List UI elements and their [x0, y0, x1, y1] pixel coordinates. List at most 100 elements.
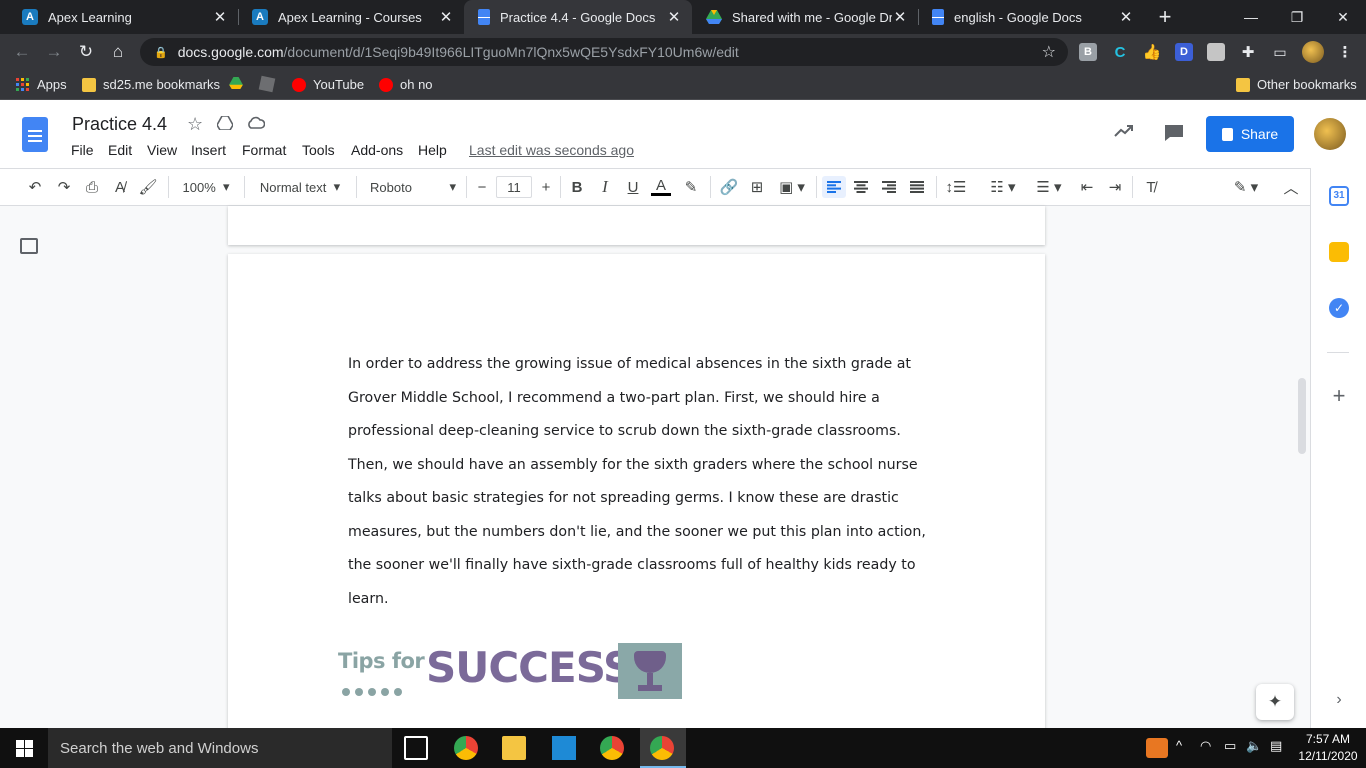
bookmark-drive[interactable] — [229, 77, 250, 91]
battery-icon[interactable]: ▭ — [1224, 738, 1236, 754]
tab-practice-docs[interactable]: Practice 4.4 - Google Docs ✕ — [464, 0, 692, 34]
align-left-icon[interactable] — [822, 176, 846, 198]
last-edit-link[interactable]: Last edit was seconds ago — [469, 142, 634, 158]
share-button[interactable]: Share — [1206, 116, 1294, 152]
windows-start-icon[interactable] — [0, 728, 48, 768]
tab-apex-courses[interactable]: A Apex Learning - Courses ✕ — [238, 0, 464, 34]
bulleted-list-icon[interactable]: ☰ ▾ — [1030, 176, 1068, 198]
zoom-select[interactable]: 100% ▾ — [176, 176, 236, 198]
text-color-icon[interactable]: A — [650, 176, 672, 198]
forward-arrow-icon[interactable]: → — [42, 40, 66, 64]
document-title[interactable]: Practice 4.4 — [72, 114, 167, 135]
star-bookmark-icon[interactable]: ☆ — [1042, 42, 1056, 62]
close-icon[interactable]: ✕ — [212, 8, 228, 26]
increase-font-size-button[interactable]: + — [536, 176, 556, 198]
action-center-icon[interactable]: ▤ — [1270, 738, 1282, 754]
taskbar-clock[interactable]: 7:57 AM 12/11/2020 — [1296, 731, 1360, 765]
vertical-scrollbar[interactable] — [1298, 378, 1306, 454]
bookmark-roblox[interactable] — [258, 75, 281, 93]
restore-button[interactable]: ❐ — [1274, 0, 1320, 34]
redo-icon[interactable]: ↷ — [53, 176, 75, 198]
thumbs-up-icon[interactable]: 👍 — [1143, 43, 1162, 61]
google-calendar-icon[interactable]: 31 — [1329, 186, 1349, 206]
add-addon-icon[interactable]: + — [1329, 385, 1349, 407]
chrome-icon[interactable] — [600, 736, 624, 760]
tab-apex-learning[interactable]: A Apex Learning ✕ — [8, 0, 238, 34]
move-to-drive-icon[interactable] — [216, 115, 234, 135]
reload-icon[interactable]: ↻ — [74, 40, 98, 64]
extension-b-icon[interactable]: B — [1079, 43, 1097, 61]
google-keep-icon[interactable] — [1329, 242, 1349, 262]
tab-english-docs[interactable]: english - Google Docs ✕ — [918, 0, 1144, 34]
minimize-button[interactable]: ― — [1228, 0, 1274, 34]
close-icon[interactable]: ✕ — [1118, 8, 1134, 26]
file-explorer-icon[interactable] — [502, 736, 526, 760]
font-select[interactable]: Roboto ▾ — [362, 176, 462, 198]
bookmark-other[interactable]: Other bookmarks — [1236, 77, 1357, 92]
google-docs-logo-icon[interactable] — [22, 117, 48, 152]
align-right-icon[interactable] — [878, 176, 900, 198]
bold-icon[interactable]: B — [566, 176, 588, 198]
cast-icon[interactable]: ▭ — [1271, 43, 1289, 61]
menu-tools[interactable]: Tools — [302, 142, 335, 158]
comments-icon[interactable] — [1164, 124, 1184, 147]
menu-view[interactable]: View — [147, 142, 177, 158]
insert-link-icon[interactable]: 🔗 — [718, 176, 740, 198]
notification-app-icon[interactable] — [1146, 738, 1168, 758]
justify-icon[interactable] — [906, 176, 928, 198]
underline-icon[interactable]: U — [622, 176, 644, 198]
chevron-up-icon[interactable]: ︿ — [1280, 176, 1302, 198]
extension-d-icon[interactable]: D — [1175, 43, 1193, 61]
menu-insert[interactable]: Insert — [191, 142, 226, 158]
back-arrow-icon[interactable]: ← — [10, 40, 34, 64]
menu-edit[interactable]: Edit — [108, 142, 132, 158]
store-app-icon[interactable] — [552, 736, 576, 760]
close-window-button[interactable]: ✕ — [1320, 0, 1366, 34]
extension-printer-icon[interactable] — [1207, 43, 1225, 61]
taskbar-search-input[interactable]: Search the web and Windows — [48, 728, 392, 768]
kebab-menu-icon[interactable]: ⋮ — [1336, 43, 1354, 61]
increase-indent-icon[interactable]: ⇥ — [1104, 176, 1126, 198]
align-center-icon[interactable] — [850, 176, 872, 198]
chrome-icon[interactable] — [454, 736, 478, 760]
undo-icon[interactable]: ↶ — [24, 176, 46, 198]
explore-button[interactable]: ✦ — [1256, 684, 1294, 720]
line-spacing-icon[interactable]: ↕☰ — [944, 176, 968, 198]
address-bar[interactable]: 🔒 docs.google.com/document/d/1Seqi9b49It… — [140, 38, 1068, 66]
close-icon[interactable]: ✕ — [666, 8, 682, 26]
numbered-list-icon[interactable]: ☷ ▾ — [984, 176, 1022, 198]
task-view-icon[interactable] — [404, 736, 428, 760]
cloud-saved-icon[interactable] — [247, 116, 266, 134]
insert-image-icon[interactable]: ▣ ▾ — [774, 176, 810, 198]
bookmark-apps[interactable]: Apps — [16, 77, 67, 92]
chrome-active-icon[interactable] — [650, 736, 674, 760]
style-select[interactable]: Normal text ▾ — [252, 176, 348, 198]
paint-format-icon[interactable]: 🖌 — [137, 176, 159, 198]
add-comment-icon[interactable]: ⊞ — [746, 176, 768, 198]
italic-icon[interactable]: I — [594, 176, 616, 198]
profile-avatar[interactable] — [1302, 41, 1324, 63]
font-size-input[interactable]: 11 — [496, 176, 532, 198]
document-body-text[interactable]: In order to address the growing issue of… — [348, 348, 928, 616]
menu-help[interactable]: Help — [418, 142, 447, 158]
bookmark-oh-no[interactable]: oh no — [379, 77, 433, 92]
editing-mode-pencil-icon[interactable]: ✎ ▾ — [1228, 176, 1264, 198]
close-icon[interactable]: ✕ — [438, 8, 454, 26]
decrease-font-size-button[interactable]: − — [472, 176, 492, 198]
menu-format[interactable]: Format — [242, 142, 286, 158]
bookmark-sd25[interactable]: sd25.me bookmarks — [82, 77, 220, 92]
menu-file[interactable]: File — [71, 142, 94, 158]
bookmark-youtube[interactable]: YouTube — [292, 77, 364, 92]
highlight-color-icon[interactable]: ✎ — [680, 176, 702, 198]
close-icon[interactable]: ✕ — [892, 8, 908, 26]
tab-shared-drive[interactable]: Shared with me - Google Drive ✕ — [692, 0, 918, 34]
chevron-up-icon[interactable]: ^ — [1176, 738, 1182, 753]
clear-formatting-icon[interactable]: T̸ — [1140, 176, 1162, 198]
extension-c-icon[interactable]: C — [1111, 43, 1129, 61]
activity-trend-icon[interactable] — [1114, 124, 1134, 143]
new-tab-button[interactable]: + — [1150, 0, 1180, 34]
wifi-icon[interactable]: ◠ — [1200, 738, 1211, 754]
account-avatar[interactable] — [1314, 118, 1346, 150]
document-outline-icon[interactable] — [20, 238, 38, 254]
google-tasks-icon[interactable]: ✓ — [1329, 298, 1349, 318]
